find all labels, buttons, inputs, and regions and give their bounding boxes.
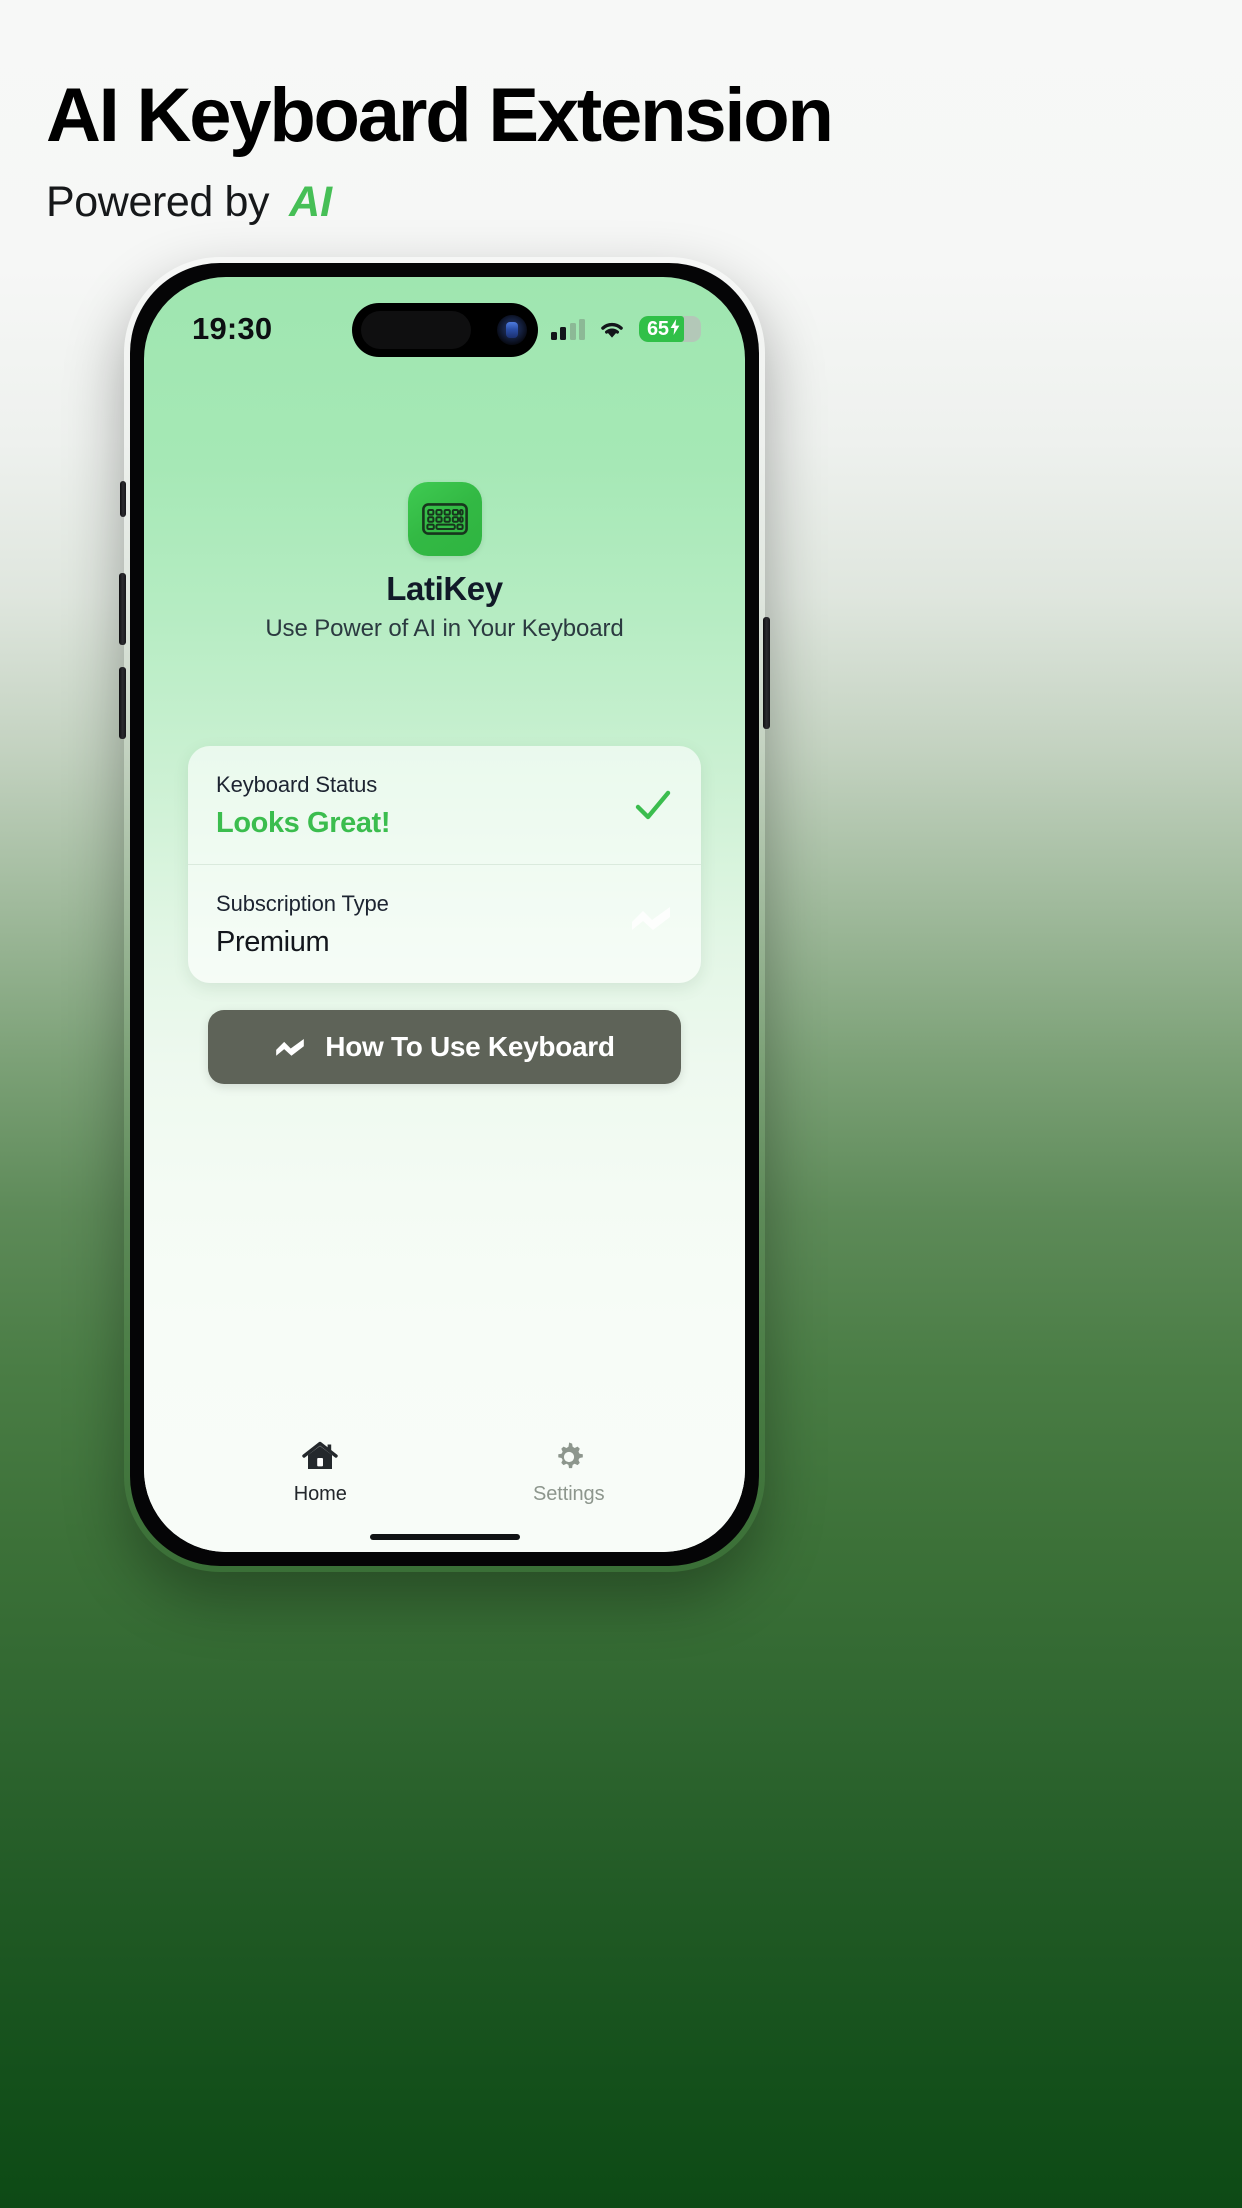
battery-percent-label: 65 [647, 317, 669, 340]
status-bar-time: 19:30 [192, 311, 273, 346]
zigzag-icon [274, 1031, 306, 1063]
keyboard-status-label: Keyboard Status [216, 772, 378, 797]
subtitle-ai-accent: AI [289, 178, 333, 226]
cellular-bars-icon [550, 318, 585, 340]
page-subtitle: Powered by AI [46, 178, 1146, 227]
subscription-type-row[interactable]: Subscription Type Premium [188, 864, 701, 983]
battery-charging-bolt-icon [670, 319, 680, 339]
zigzag-icon [629, 903, 673, 947]
silent-switch-button[interactable] [120, 481, 126, 517]
how-to-use-keyboard-label: How To Use Keyboard [325, 1031, 615, 1062]
check-icon [633, 786, 673, 826]
wifi-icon [598, 319, 626, 340]
phone-bezel: 19:30 65 LatiKey Use Power of AI in Your… [130, 263, 759, 1566]
front-camera-icon [496, 315, 527, 345]
app-name: LatiKey [386, 570, 503, 607]
tab-settings[interactable]: Settings [445, 1420, 694, 1552]
page-header: AI Keyboard Extension Powered by AI [46, 78, 1146, 227]
volume-down-button[interactable] [119, 667, 126, 739]
tab-home-label: Home [293, 1483, 347, 1505]
how-to-use-keyboard-button[interactable]: How To Use Keyboard [208, 1010, 681, 1084]
keyboard-status-value: Looks Great! [216, 807, 391, 839]
tab-settings-label: Settings [533, 1483, 605, 1505]
status-card: Keyboard Status Looks Great! Subscriptio… [188, 746, 701, 983]
keyboard-status-row[interactable]: Keyboard Status Looks Great! [188, 746, 701, 864]
power-button[interactable] [763, 617, 770, 729]
dynamic-island-pill [360, 311, 471, 349]
battery-indicator: 65 [639, 316, 701, 342]
subscription-text-group: Subscription Type Premium [216, 891, 389, 959]
subtitle-prefix: Powered by [46, 178, 270, 226]
home-indicator[interactable] [369, 1534, 520, 1540]
tab-home[interactable]: Home [196, 1420, 445, 1552]
tab-bar: Home Settings [144, 1420, 745, 1552]
page-title: AI Keyboard Extension [46, 73, 834, 158]
app-tagline: Use Power of AI in Your Keyboard [265, 615, 624, 642]
keyboard-status-text-group: Keyboard Status Looks Great! [216, 772, 390, 840]
gear-icon [550, 1438, 588, 1476]
keyboard-app-icon [407, 482, 482, 556]
phone-mockup: 19:30 65 LatiKey Use Power of AI in Your… [119, 257, 770, 1572]
phone-screen: 19:30 65 LatiKey Use Power of AI in Your… [144, 277, 745, 1552]
home-icon [301, 1438, 339, 1476]
subscription-type-value: Premium [216, 926, 330, 958]
phone-frame: 19:30 65 LatiKey Use Power of AI in Your… [119, 257, 770, 1572]
dynamic-island [351, 303, 538, 357]
subscription-type-label: Subscription Type [216, 891, 389, 916]
status-bar-indicators: 65 [550, 300, 701, 342]
volume-up-button[interactable] [119, 573, 126, 645]
